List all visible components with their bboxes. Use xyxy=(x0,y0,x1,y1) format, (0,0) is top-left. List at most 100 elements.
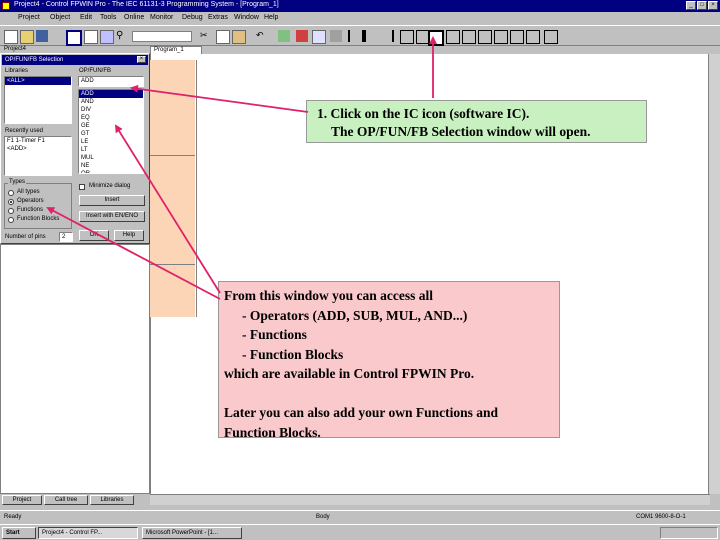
taskbar-item-fpwin[interactable]: Project4 - Control FP... xyxy=(38,527,138,539)
callout-line: - Functions xyxy=(242,327,307,342)
minimize-dialog-label: Minimize dialog xyxy=(89,183,131,189)
radio-function-blocks[interactable] xyxy=(8,217,14,223)
list-item[interactable]: F1 1-Timer F1 xyxy=(5,137,71,145)
object-combo[interactable] xyxy=(132,31,192,42)
list-item[interactable]: <ADD> xyxy=(5,145,71,153)
opfunfb-input-value: ADD xyxy=(81,78,94,84)
list-item[interactable]: NE xyxy=(79,162,143,170)
opfunfb-label: OP/FUN/FB xyxy=(79,68,112,74)
menu-tools[interactable]: Tools xyxy=(100,14,116,21)
recently-used-label: Recently used xyxy=(5,128,44,134)
number-of-pins-input[interactable]: 2 xyxy=(59,232,73,242)
menu-help[interactable]: Help xyxy=(264,14,278,21)
radio-function-blocks-label: Function Blocks xyxy=(17,216,60,222)
compile-icon[interactable] xyxy=(100,30,114,44)
list-item[interactable]: EQ xyxy=(79,114,143,122)
taskbar: Start Project4 - Control FP... Microsoft… xyxy=(0,524,720,540)
tab-project[interactable]: Project xyxy=(2,495,42,505)
list-item[interactable]: AND xyxy=(79,98,143,106)
list-item[interactable]: OR xyxy=(79,170,143,173)
monitor-icon[interactable] xyxy=(330,30,342,42)
list-item[interactable]: MUL xyxy=(79,154,143,162)
network-divider xyxy=(150,155,195,156)
coil-icon[interactable] xyxy=(380,30,394,42)
radio-operators-label: Operators xyxy=(17,198,44,204)
taskbar-item-powerpoint[interactable]: Microsoft PowerPoint - [1... xyxy=(142,527,242,539)
menu-extras[interactable]: Extras xyxy=(208,14,228,21)
window-title: Project4 - Control FPWIN Pro - The IEC 6… xyxy=(14,1,279,8)
radio-all-types[interactable] xyxy=(8,190,14,196)
undo-icon[interactable]: ↶ xyxy=(256,30,268,42)
contact-nc-icon[interactable] xyxy=(364,30,378,42)
ic-icon[interactable] xyxy=(428,30,444,46)
menu-object[interactable]: Object xyxy=(50,14,70,21)
menu-monitor[interactable]: Monitor xyxy=(150,14,173,21)
online-icon[interactable] xyxy=(312,30,326,44)
maximize-button[interactable]: □ xyxy=(697,1,707,10)
page-icon[interactable] xyxy=(84,30,98,44)
ladder-icon-5[interactable] xyxy=(478,30,492,44)
ladder-icon-4[interactable] xyxy=(462,30,476,44)
window-titlebar: Project4 - Control FPWIN Pro - The IEC 6… xyxy=(0,0,720,12)
object-bar-label: Project4 xyxy=(4,46,27,52)
menu-bar: Project Object Edit Tools Online Monitor… xyxy=(0,12,720,24)
help-button[interactable]: Help xyxy=(114,230,144,241)
tab-libraries[interactable]: Libraries xyxy=(90,495,134,505)
radio-operators[interactable] xyxy=(8,199,14,205)
menu-window[interactable]: Window xyxy=(234,14,259,21)
callout-line xyxy=(224,384,559,404)
types-label: Types xyxy=(8,179,27,185)
ladder-icon-7[interactable] xyxy=(510,30,524,44)
status-mode: Body xyxy=(316,514,330,520)
list-item[interactable]: LT xyxy=(79,146,143,154)
radio-functions[interactable] xyxy=(8,208,14,214)
ok-button[interactable]: OK xyxy=(79,230,109,241)
save-icon[interactable] xyxy=(36,30,48,42)
opfunfb-input[interactable]: ADD xyxy=(78,76,144,87)
dialog-close-icon[interactable]: × xyxy=(137,56,146,63)
check-icon[interactable] xyxy=(278,30,290,42)
paste-icon[interactable] xyxy=(232,30,246,44)
build-icon[interactable] xyxy=(296,30,308,42)
ladder-icon-3[interactable] xyxy=(446,30,460,44)
binoculars-icon[interactable]: ⚲ xyxy=(116,30,128,42)
insert-button[interactable]: Insert xyxy=(79,195,145,206)
number-of-pins-value: 2 xyxy=(62,234,66,240)
new-icon[interactable] xyxy=(4,30,18,44)
list-item[interactable]: ADD xyxy=(79,90,143,98)
list-item[interactable]: LE xyxy=(79,138,143,146)
list-item[interactable]: GT xyxy=(79,130,143,138)
menu-online[interactable]: Online xyxy=(124,14,144,21)
horizontal-scrollbar[interactable] xyxy=(150,494,710,505)
cut-icon[interactable]: ✂ xyxy=(200,30,212,42)
contact-icon[interactable] xyxy=(348,30,364,42)
list-item[interactable]: GE xyxy=(79,122,143,130)
project-navigator[interactable] xyxy=(0,244,150,494)
opfunfb-list[interactable]: ADD AND DIV EQ GE GT LE LT MUL NE OR xyxy=(78,89,144,174)
tab-call-tree[interactable]: Call tree xyxy=(44,495,88,505)
radio-all-types-label: All types xyxy=(17,189,40,195)
system-tray xyxy=(660,527,718,539)
minimize-dialog-checkbox[interactable] xyxy=(79,184,85,190)
minimize-button[interactable]: _ xyxy=(686,1,696,10)
recently-used-list[interactable]: F1 1-Timer F1 <ADD> xyxy=(4,136,72,176)
menu-edit[interactable]: Edit xyxy=(80,14,92,21)
menu-project[interactable]: Project xyxy=(18,14,40,21)
ladder-icon-9[interactable] xyxy=(544,30,558,44)
start-button[interactable]: Start xyxy=(2,527,36,539)
libraries-list[interactable]: <ALL> xyxy=(4,76,72,124)
vertical-scrollbar[interactable] xyxy=(708,54,720,494)
callout-line: which are available in Control FPWIN Pro… xyxy=(224,366,475,381)
open-icon[interactable] xyxy=(20,30,34,44)
opfunfb-selection-dialog: OP/FUN/FB Selection × Libraries <ALL> OP… xyxy=(0,53,150,244)
ladder-icon[interactable] xyxy=(400,30,414,44)
list-item[interactable]: DIV xyxy=(79,106,143,114)
insert-en-eno-button[interactable]: Insert with EN/ENO xyxy=(79,211,145,222)
menu-debug[interactable]: Debug xyxy=(182,14,203,21)
ladder-icon-8[interactable] xyxy=(526,30,540,44)
close-button[interactable]: × xyxy=(708,1,718,10)
ladder-icon-6[interactable] xyxy=(494,30,508,44)
project-navigator-icon[interactable] xyxy=(66,30,82,46)
library-item[interactable]: <ALL> xyxy=(5,77,71,85)
copy-icon[interactable] xyxy=(216,30,230,44)
